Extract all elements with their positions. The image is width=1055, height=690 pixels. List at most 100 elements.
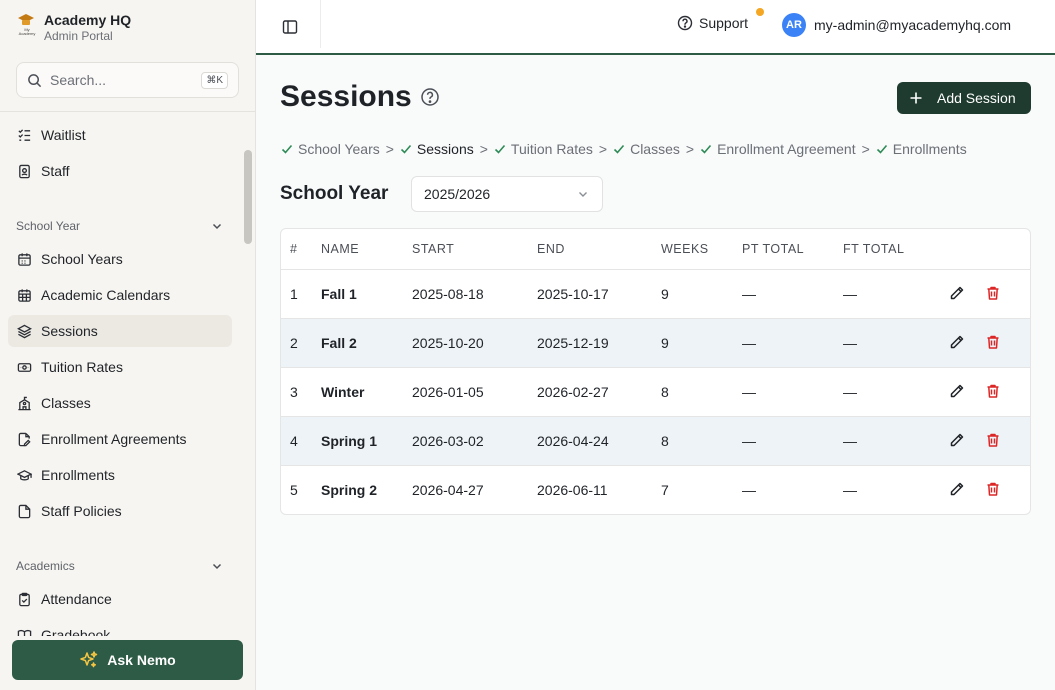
sidebar-item-staff[interactable]: Staff <box>8 155 232 187</box>
cell-name: Fall 1 <box>321 286 357 302</box>
step-sessions[interactable]: Sessions <box>400 141 474 157</box>
cell-pt-total: — <box>742 286 756 302</box>
search-icon <box>28 73 42 87</box>
sidebar-item-enrollment-agreements[interactable]: Enrollment Agreements <box>8 423 232 455</box>
delete-button[interactable] <box>985 383 1003 401</box>
step-classes[interactable]: Classes <box>613 141 680 157</box>
sidebar-scrollbar[interactable] <box>244 150 252 244</box>
check-icon <box>400 144 412 154</box>
table-row[interactable]: 5 Spring 2 2026-04-27 2026-06-11 7 — — <box>281 466 1030 514</box>
school-year-select[interactable]: 2025/2026 <box>411 176 603 212</box>
money-icon <box>17 362 32 372</box>
avatar: AR <box>782 13 806 37</box>
calendar-grid-icon <box>18 288 31 302</box>
sidebar-item-tuition-rates[interactable]: Tuition Rates <box>8 351 232 383</box>
delete-button[interactable] <box>985 481 1003 499</box>
cell-end: 2025-10-17 <box>537 286 609 302</box>
step-label: School Years <box>298 141 380 157</box>
sidebar-item-waitlist[interactable]: Waitlist <box>8 119 232 151</box>
table-row[interactable]: 4 Spring 1 2026-03-02 2026-04-24 8 — — <box>281 417 1030 466</box>
sidebar-item-school-years[interactable]: School Years <box>8 243 232 275</box>
pencil-icon <box>950 482 964 496</box>
sidebar-item-label: Enrollments <box>41 467 115 483</box>
delete-button[interactable] <box>985 285 1003 303</box>
help-circle-icon <box>677 15 693 31</box>
add-session-label: Add Session <box>937 90 1016 106</box>
cell-end: 2025-12-19 <box>537 335 609 351</box>
sidebar-item-staff-policies[interactable]: Staff Policies <box>8 495 232 527</box>
pencil-icon <box>950 384 964 398</box>
page-title: Sessions <box>280 80 440 114</box>
top-header: Support AR my-admin@myacademyhq.com <box>256 0 1055 55</box>
sidebar-item-academic-calendars[interactable]: Academic Calendars <box>8 279 232 311</box>
cell-pt-total: — <box>742 335 756 351</box>
column-header-ft-total[interactable]: FT Total <box>843 242 904 256</box>
sidebar-toggle-button[interactable] <box>278 15 302 39</box>
sidebar-item-label: Staff Policies <box>41 503 122 519</box>
sidebar-item-gradebook[interactable]: Gradebook <box>8 619 232 636</box>
step-enrollments[interactable]: Enrollments <box>876 141 967 157</box>
cell-ft-total: — <box>843 482 857 498</box>
file-icon <box>18 504 31 518</box>
sidebar-item-enrollments[interactable]: Enrollments <box>8 459 232 491</box>
sidebar-item-label: Academic Calendars <box>41 287 171 303</box>
brand[interactable]: My Academy Academy HQ Admin Portal <box>16 12 131 44</box>
user-menu[interactable]: AR my-admin@myacademyhq.com <box>782 13 1011 37</box>
step-label: Enrollment Agreement <box>717 141 856 157</box>
search-input[interactable]: Search... ⌘K <box>16 62 239 98</box>
notification-dot <box>756 8 764 16</box>
cell-pt-total: — <box>742 433 756 449</box>
edit-button[interactable] <box>949 481 967 499</box>
id-badge-icon <box>19 164 30 178</box>
table-row[interactable]: 1 Fall 1 2025-08-18 2025-10-17 9 — — <box>281 270 1030 319</box>
section-academics[interactable]: Academics <box>16 559 224 573</box>
section-school-year[interactable]: School Year <box>16 219 224 233</box>
ask-nemo-label: Ask Nemo <box>107 652 176 668</box>
table-row[interactable]: 3 Winter 2026-01-05 2026-02-27 8 — — <box>281 368 1030 417</box>
column-header-name[interactable]: Name <box>321 242 359 256</box>
step-tuition-rates[interactable]: Tuition Rates <box>494 141 593 157</box>
help-circle-icon[interactable] <box>420 87 440 107</box>
cell-ft-total: — <box>843 335 857 351</box>
sidebar-item-attendance[interactable]: Attendance <box>8 583 232 615</box>
cell-pt-total: — <box>742 384 756 400</box>
step-school-years[interactable]: School Years <box>281 141 380 157</box>
edit-button[interactable] <box>949 383 967 401</box>
column-header-end[interactable]: End <box>537 242 565 256</box>
column-header-start[interactable]: Start <box>412 242 454 256</box>
sidebar-item-sessions[interactable]: Sessions <box>8 315 232 347</box>
plus-icon <box>910 92 922 104</box>
delete-button[interactable] <box>985 432 1003 450</box>
cell-weeks: 7 <box>661 482 669 498</box>
cell-weeks: 8 <box>661 433 669 449</box>
sidebar-item-label: Sessions <box>41 323 98 339</box>
ask-nemo-button[interactable]: Ask Nemo <box>12 640 243 680</box>
support-button[interactable]: Support <box>677 15 748 31</box>
trash-icon <box>987 433 999 447</box>
edit-button[interactable] <box>949 432 967 450</box>
delete-button[interactable] <box>985 334 1003 352</box>
chevron-down-icon <box>212 563 222 570</box>
column-header-pt-total[interactable]: PT Total <box>742 242 804 256</box>
checklist-icon <box>18 128 31 141</box>
step-enrollment-agreement[interactable]: Enrollment Agreement <box>700 141 856 157</box>
check-icon <box>281 144 293 154</box>
edit-button[interactable] <box>949 285 967 303</box>
logo-text: My Academy <box>18 27 36 36</box>
search-placeholder: Search... <box>50 72 107 88</box>
step-label: Sessions <box>416 141 474 157</box>
sidebar-nav[interactable]: Waitlist Staff School Year School Years … <box>0 111 256 636</box>
column-header-weeks[interactable]: Weeks <box>661 242 709 256</box>
cell-ft-total: — <box>843 286 857 302</box>
setup-steps: School Years > Sessions > Tuition Rates … <box>281 141 967 157</box>
table-row[interactable]: 2 Fall 2 2025-10-20 2025-12-19 9 — — <box>281 319 1030 368</box>
sidebar-item-label: Waitlist <box>41 127 86 143</box>
sidebar-item-classes[interactable]: Classes <box>8 387 232 419</box>
add-session-button[interactable]: Add Session <box>897 82 1031 114</box>
file-signature-icon <box>18 432 31 446</box>
school-icon <box>18 396 31 410</box>
cell-number: 5 <box>290 482 298 498</box>
edit-button[interactable] <box>949 334 967 352</box>
school-year-value: 2025/2026 <box>424 186 491 202</box>
pencil-icon <box>950 433 964 447</box>
